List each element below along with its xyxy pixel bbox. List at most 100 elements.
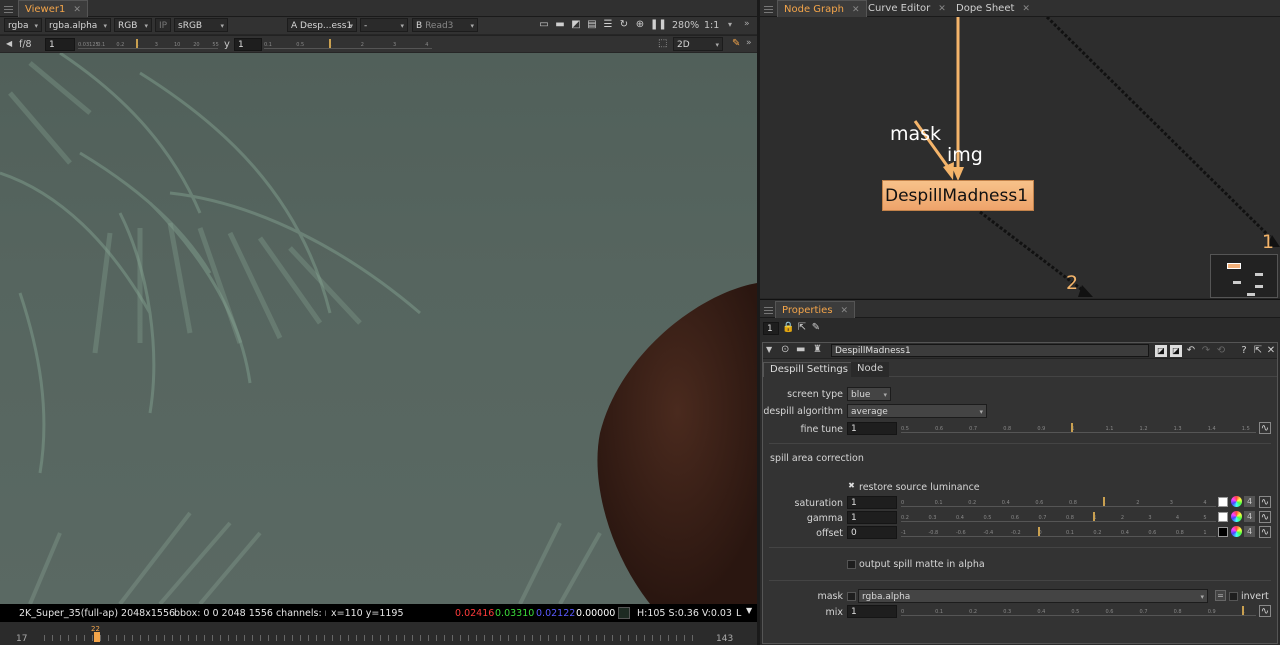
collapse-icon[interactable]: ▼ [766, 345, 772, 354]
lut-dropdown[interactable]: sRGB ▾ [174, 18, 228, 32]
play-left-icon[interactable]: ◀ [6, 39, 12, 48]
offset-field[interactable]: 0 [847, 526, 897, 539]
node-name-field[interactable]: DespillMadness1 [831, 344, 1149, 357]
playhead-icon[interactable] [94, 632, 100, 642]
target-icon[interactable]: ⊕ [634, 19, 646, 31]
invert-checkbox[interactable] [1229, 592, 1238, 601]
menu-chevron-icon[interactable]: » [744, 19, 750, 29]
bake-icon[interactable]: ◪ [1170, 345, 1182, 357]
node-graph-minimap[interactable] [1210, 254, 1278, 298]
color-swatch-white[interactable] [1218, 497, 1228, 507]
settings-icon[interactable]: ⊙ [781, 344, 789, 355]
fstop-label[interactable]: f/8 [19, 39, 32, 50]
menu-chevron-icon[interactable]: » [746, 38, 752, 48]
curve-icon[interactable]: ∿ [1259, 526, 1271, 538]
close-icon[interactable]: ✕ [852, 5, 860, 15]
refresh-icon[interactable]: ↻ [618, 19, 630, 31]
display-channel-dropdown[interactable]: RGB ▾ [114, 18, 152, 32]
overlay-icon[interactable]: ☰ [602, 19, 614, 31]
output-spill-checkbox[interactable] [847, 560, 856, 569]
pane-grip-icon[interactable] [4, 4, 13, 13]
curve-icon[interactable]: ∿ [1259, 605, 1271, 617]
slider-handle[interactable] [135, 39, 138, 48]
timeline-track[interactable] [44, 635, 699, 641]
tab-curve-editor[interactable]: Curve Editor ✕ [862, 0, 952, 17]
curve-icon[interactable]: ∿ [1259, 511, 1271, 523]
close-icon[interactable]: ✕ [73, 5, 81, 15]
pane-grip-icon[interactable] [764, 305, 773, 314]
tab-node[interactable]: Node [851, 362, 890, 377]
float-panel-icon[interactable]: ⇱ [1252, 345, 1264, 357]
slider-handle[interactable] [1102, 497, 1105, 506]
input-a-dropdown[interactable]: A Desp...ess1 ▾ [287, 18, 357, 32]
wipe-dropdown[interactable]: - ▾ [360, 18, 408, 32]
offset-slider[interactable]: -1-0.8-0.6-0.4-0.200.10.20.40.60.81 [901, 527, 1216, 537]
mask-equals-icon[interactable]: = [1215, 590, 1226, 601]
slider-handle[interactable] [328, 39, 331, 48]
mix-field[interactable]: 1 [847, 605, 897, 618]
curve-icon[interactable]: ∿ [1259, 422, 1271, 434]
timeline-start[interactable]: 17 [16, 634, 27, 644]
tab-dope-sheet[interactable]: Dope Sheet ✕ [950, 0, 1036, 17]
roi-icon[interactable]: ▭ [538, 19, 550, 31]
chevron-down-icon[interactable]: ▾ [728, 20, 732, 29]
gain-slider[interactable]: 0.031250.10.213102055 [78, 39, 219, 49]
saturation-slider[interactable]: 00.10.20.40.60.81234 [901, 497, 1216, 507]
close-icon[interactable]: ✕ [1265, 345, 1277, 357]
mix-slider[interactable]: 00.10.20.30.40.50.60.70.80.91 [901, 606, 1256, 616]
gamma-field[interactable]: 1 [847, 511, 897, 524]
close-icon[interactable]: ✕ [938, 4, 946, 14]
undo-icon[interactable]: ↶ [1185, 345, 1197, 357]
mask-enable-checkbox[interactable] [847, 592, 856, 601]
color-swatch-white[interactable] [1218, 512, 1228, 522]
downrez-icon[interactable]: ◩ [570, 19, 582, 31]
saturation-field[interactable]: 1 [847, 496, 897, 509]
gamma-slider[interactable]: 0.20.30.40.50.60.70.812345 [901, 512, 1216, 522]
lock-icon[interactable]: 🔒 [782, 322, 794, 334]
max-panels-field[interactable]: 1 [763, 322, 779, 335]
restore-luminance-checkbox[interactable]: ✖ [847, 482, 856, 491]
slider-handle[interactable] [1093, 512, 1096, 521]
fine-tune-slider[interactable]: 0.50.60.70.80.911.11.21.31.41.5 [901, 423, 1256, 433]
gain-field[interactable]: 1 [45, 38, 75, 51]
channels-dropdown[interactable]: rgba ▾ [4, 18, 42, 32]
tab-node-graph[interactable]: Node Graph ✕ [777, 0, 867, 17]
zoom-level[interactable]: 280% [672, 20, 699, 31]
pixel-ratio[interactable]: 1:1 [704, 20, 719, 31]
slider-handle[interactable] [1241, 606, 1244, 615]
curve-icon[interactable]: ∿ [1259, 496, 1271, 508]
gamma-slider[interactable]: 0.10.51234 [264, 39, 432, 49]
channel-count-button[interactable]: 4 [1244, 511, 1255, 522]
alpha-channel-dropdown[interactable]: rgba.alpha ▾ [45, 18, 111, 32]
paint-brush-icon[interactable]: ✎ [732, 38, 740, 49]
chevron-down-icon[interactable]: ▼ [746, 606, 752, 615]
float-icon[interactable]: ⇱ [796, 322, 808, 334]
reset-icon[interactable]: ⟲ [1215, 345, 1227, 357]
timeline-end[interactable]: 143 [716, 634, 733, 644]
ip-button[interactable]: IP [155, 18, 171, 32]
redo-icon[interactable]: ↷ [1200, 345, 1212, 357]
pause-icon[interactable]: ❚❚ [650, 19, 667, 31]
slider-handle[interactable] [1038, 527, 1041, 536]
screen-type-dropdown[interactable]: blue ▾ [847, 387, 891, 401]
view-mode-dropdown[interactable]: 2D ▾ [673, 37, 723, 51]
monitor-icon[interactable]: ▤ [586, 19, 598, 31]
node-graph-canvas[interactable]: mask img DespillMadness1 1 2 [760, 17, 1280, 298]
close-icon[interactable]: ✕ [841, 306, 849, 316]
slider-handle[interactable] [1071, 423, 1074, 432]
tab-viewer1[interactable]: Viewer1 ✕ [18, 0, 88, 17]
timeline[interactable]: 17 22 143 [0, 622, 757, 645]
fine-tune-field[interactable]: 1 [847, 422, 897, 435]
tab-despill-settings[interactable]: Despill Settings [763, 362, 855, 377]
revert-icon[interactable]: ◪ [1155, 345, 1167, 357]
algorithm-dropdown[interactable]: average ▾ [847, 404, 987, 418]
gamma-field[interactable]: 1 [234, 38, 262, 51]
close-icon[interactable]: ✕ [1022, 4, 1030, 14]
input-b-dropdown[interactable]: B Read3 ▾ [412, 18, 478, 32]
color-wheel-icon[interactable] [1231, 511, 1242, 522]
color-swatch-black[interactable] [1218, 527, 1228, 537]
tab-properties[interactable]: Properties ✕ [775, 301, 856, 318]
roi-box-icon[interactable]: ⬚ [658, 38, 667, 49]
view-node-icon[interactable]: ▬ [796, 344, 805, 355]
node-despillmadness1[interactable]: DespillMadness1 [882, 180, 1034, 211]
